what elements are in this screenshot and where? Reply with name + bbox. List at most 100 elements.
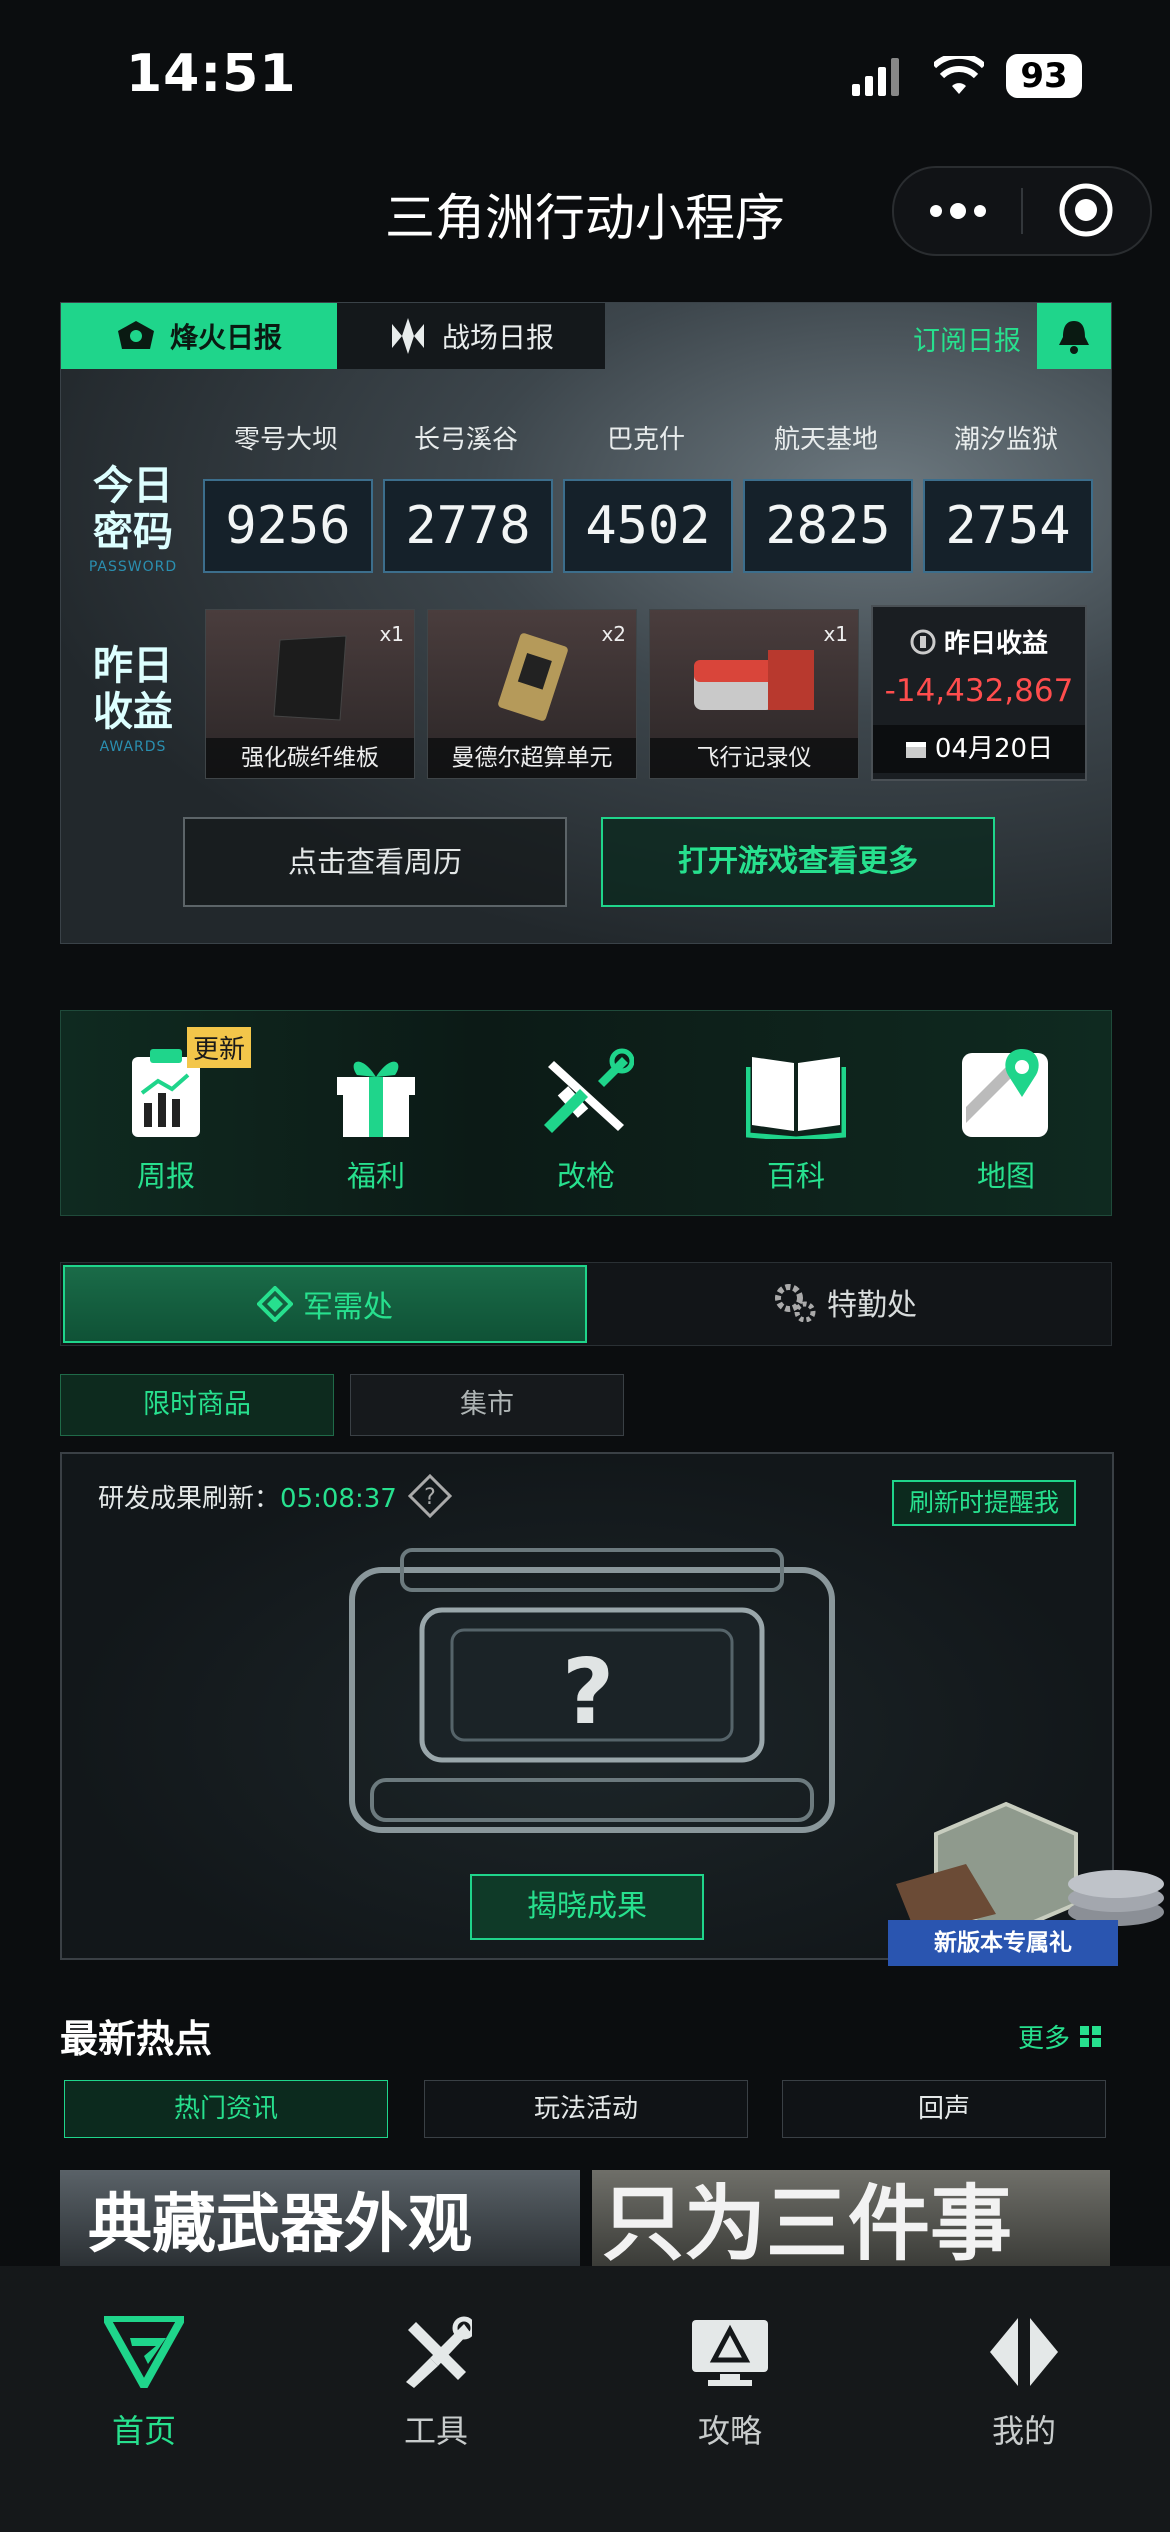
yesterday-income-card: 昨日收益 -14,432,867 04月20日: [871, 605, 1087, 781]
today-code-title-line2: 密码: [93, 509, 173, 555]
open-game-button[interactable]: 打开游戏查看更多: [601, 817, 995, 907]
tab-home-label: 首页: [111, 2412, 176, 2450]
nav-gun-mod-label: 改枪: [556, 1159, 615, 1193]
mystery-question-mark: ?: [562, 1640, 615, 1745]
profile-icon: [990, 2318, 1058, 2386]
battle-report-icon: [391, 318, 424, 354]
award-qty: x1: [379, 622, 404, 646]
feature-nav: 周报 更新 福利 改枪 百科 地图: [60, 1010, 1112, 1216]
gift-icon: [337, 1061, 415, 1137]
news-tab-echo[interactable]: 回声: [782, 2080, 1106, 2138]
today-code-title-line1: 今日: [93, 463, 173, 509]
fire-report-icon: [117, 321, 154, 349]
awards-title: 昨日 收益: [83, 643, 183, 735]
nav-welfare-label: 福利: [346, 1159, 405, 1193]
today-code-title: 今日 密码: [83, 463, 183, 555]
code-brakkesh: 4502: [563, 479, 733, 573]
nav-wiki-label: 百科: [766, 1159, 825, 1193]
award-name: 强化碳纤维板: [206, 738, 414, 778]
tools-icon: [406, 2316, 476, 2388]
subtab-market[interactable]: 集市: [350, 1374, 624, 1436]
battery-indicator: 93: [1006, 54, 1082, 98]
tab-special-ops[interactable]: 特勤处: [585, 1265, 1105, 1339]
tab-fire-report[interactable]: 烽火日报: [61, 303, 337, 369]
tab-tools[interactable]: 工具: [346, 2316, 526, 2452]
code-valley: 2778: [383, 479, 553, 573]
map-name-brakkesh: 巴克什: [606, 425, 685, 455]
wifi-icon: [934, 56, 984, 94]
income-date: 04月20日: [934, 734, 1054, 764]
gun-wrench-icon: [544, 1048, 635, 1133]
tab-battle-report[interactable]: 战场日报: [337, 303, 605, 369]
more-news-link[interactable]: 更多: [1018, 2018, 1102, 2055]
nav-weekly-report[interactable]: 周报: [91, 1047, 241, 1195]
tab-profile-label: 我的: [991, 2412, 1056, 2450]
nav-gun-mod[interactable]: 改枪: [511, 1047, 661, 1195]
news-tab-activities[interactable]: 玩法活动: [424, 2080, 748, 2138]
news-tab-hot[interactable]: 热门资讯: [64, 2080, 388, 2138]
map-name-prison: 潮汐监狱: [953, 425, 1058, 455]
news-card-title: 典藏武器外观: [88, 2188, 472, 2262]
reveal-result-button[interactable]: 揭晓成果: [470, 1874, 704, 1940]
news-card-weapon-skin[interactable]: 典藏武器外观: [60, 2170, 580, 2266]
award-item-flight-recorder[interactable]: x1 飞行记录仪: [649, 609, 859, 779]
status-time: 14:51: [126, 44, 297, 104]
award-item-compute-unit[interactable]: x2 曼德尔超算单元: [427, 609, 637, 779]
income-value: -14,432,867: [884, 673, 1074, 709]
nav-welfare[interactable]: 福利: [301, 1047, 451, 1195]
update-badge: 更新: [187, 1027, 252, 1068]
award-item-carbon-plate[interactable]: x1 强化碳纤维板: [205, 609, 415, 779]
bell-icon: [1059, 321, 1089, 354]
book-icon: [745, 1057, 847, 1142]
nav-weekly-report-label: 周报: [136, 1159, 195, 1193]
tab-home[interactable]: 首页: [54, 2314, 234, 2452]
remind-on-refresh-button[interactable]: 刷新时提醒我: [892, 1480, 1076, 1526]
map-pin-icon: [962, 1049, 1048, 1137]
view-week-calendar-button[interactable]: 点击查看周历: [183, 817, 567, 907]
nav-map-label: 地图: [976, 1159, 1035, 1193]
today-code-sub: PASSWORD: [88, 559, 178, 575]
nav-map[interactable]: 地图: [931, 1047, 1081, 1195]
tab-special-ops-label: 特勤处: [827, 1288, 917, 1323]
home-icon: [99, 2314, 189, 2395]
awards-title-line2: 收益: [93, 689, 173, 735]
help-icon[interactable]: ?: [408, 1474, 452, 1518]
notify-bell-button[interactable]: [1037, 303, 1111, 369]
tab-profile[interactable]: 我的: [934, 2316, 1114, 2452]
awards-sub: AWARDS: [99, 739, 167, 755]
grid-icon: [1080, 2025, 1102, 2047]
tab-guide-label: 攻略: [697, 2412, 762, 2450]
calendar-icon: [905, 742, 926, 758]
shop-tabs: 军需处 特勤处: [60, 1262, 1112, 1346]
nav-wiki[interactable]: 百科: [721, 1047, 871, 1195]
subtab-limited-goods[interactable]: 限时商品: [60, 1374, 334, 1436]
tab-quartermaster[interactable]: 军需处: [63, 1265, 587, 1343]
miniprogram-capsule: [892, 166, 1152, 256]
close-miniprogram-icon[interactable]: [1058, 182, 1114, 238]
signal-icon: [852, 58, 899, 96]
tab-fire-report-label: 烽火日报: [169, 321, 282, 354]
news-card-title: 只为三件事: [602, 2177, 1013, 2266]
map-name-valley: 长弓溪谷: [413, 425, 518, 455]
award-qty: x2: [601, 622, 626, 646]
tab-battle-report-label: 战场日报: [441, 321, 554, 354]
award-name: 曼德尔超算单元: [428, 738, 636, 778]
award-qty: x1: [823, 622, 848, 646]
status-bar: 14:51 93: [0, 0, 1170, 150]
svg-text:?: ?: [424, 1485, 436, 1510]
code-spacebase: 2825: [743, 479, 913, 573]
new-version-gift-label[interactable]: 新版本专属礼: [888, 1920, 1118, 1966]
news-card-three-things[interactable]: 只为三件事: [592, 2170, 1110, 2266]
map-name-spacebase: 航天基地: [773, 425, 878, 455]
tab-quartermaster-label: 军需处: [303, 1290, 393, 1325]
bottom-tab-bar: 首页 工具 攻略 我的: [0, 2266, 1170, 2532]
gears-icon: [775, 1284, 816, 1322]
research-refresh-row: 研发成果刷新：05:08:37: [98, 1478, 397, 1515]
daily-report-panel: 烽火日报 战场日报 订阅日报 今日 密码 PASSWORD 零号大坝 长弓溪谷 …: [60, 302, 1112, 944]
more-icon[interactable]: [928, 198, 988, 224]
subscribe-report-link[interactable]: 订阅日报: [913, 319, 1021, 358]
tab-guide[interactable]: 攻略: [640, 2316, 820, 2452]
research-label: 研发成果刷新：: [98, 1484, 281, 1514]
map-name-dam: 零号大坝: [233, 425, 338, 455]
research-countdown: 05:08:37: [280, 1484, 397, 1514]
